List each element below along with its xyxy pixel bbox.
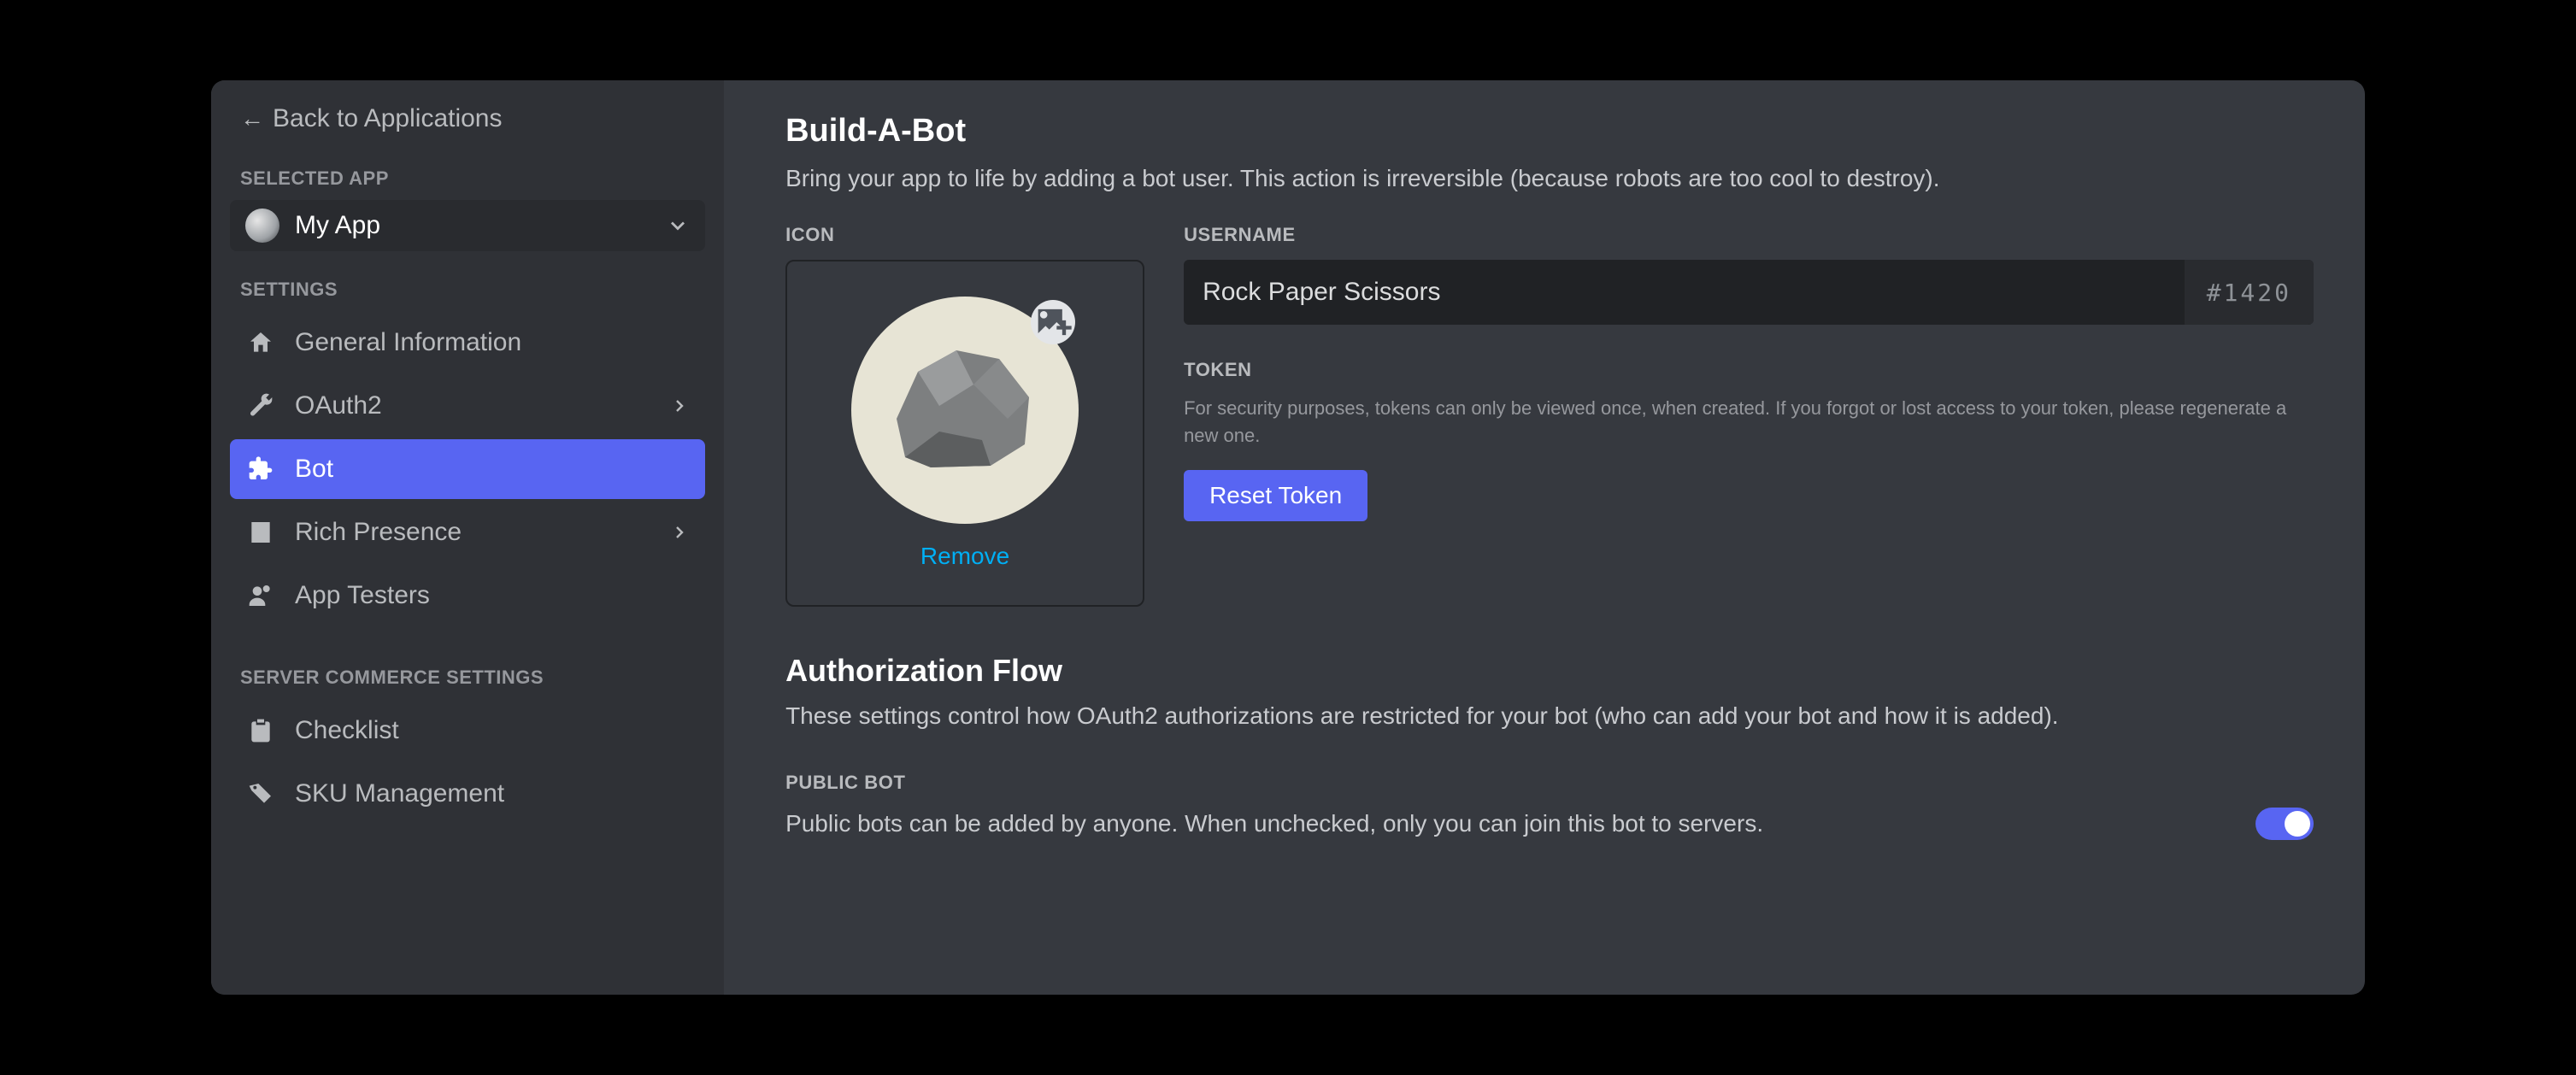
page-subtitle: Bring your app to life by adding a bot u… [785, 162, 2314, 195]
sidebar-item-bot[interactable]: Bot [230, 439, 705, 499]
sidebar-item-oauth2[interactable]: OAuth2 [230, 376, 705, 436]
testers-icon [245, 582, 276, 609]
chevron-down-icon [666, 214, 690, 238]
home-icon [245, 329, 276, 356]
chevron-right-icon [669, 522, 690, 543]
app-name: My App [295, 211, 666, 240]
username-input[interactable] [1184, 260, 2185, 325]
sidebar-item-checklist[interactable]: Checklist [230, 701, 705, 761]
clipboard-icon [245, 717, 276, 744]
username-field-wrap: #1420 [1184, 260, 2314, 325]
rock-illustration-icon [879, 338, 1050, 483]
sidebar-item-general-information[interactable]: General Information [230, 313, 705, 373]
page-title: Build-A-Bot [785, 113, 2314, 150]
sidebar-item-label: General Information [295, 328, 521, 357]
auth-flow-title: Authorization Flow [785, 653, 2314, 689]
document-icon [245, 519, 276, 546]
token-label: Token [1184, 359, 2314, 381]
bot-avatar-preview [851, 297, 1079, 524]
selected-app-header: Selected App [228, 167, 707, 190]
upload-image-icon [1031, 300, 1075, 344]
sidebar-item-label: Bot [295, 455, 333, 484]
app-selector[interactable]: My App [230, 200, 705, 251]
settings-header: Settings [228, 279, 707, 301]
app-window: ← Back to Applications Selected App My A… [211, 80, 2365, 995]
username-label: Username [1184, 224, 2314, 246]
public-bot-label: Public Bot [785, 772, 2314, 794]
main-content: Build-A-Bot Bring your app to life by ad… [724, 80, 2365, 995]
sidebar-item-sku-management[interactable]: SKU Management [230, 764, 705, 824]
sidebar-item-label: App Testers [295, 581, 430, 610]
icon-label: Icon [785, 224, 1144, 246]
bot-icon-upload[interactable]: Remove [785, 260, 1144, 607]
reset-token-button[interactable]: Reset Token [1184, 470, 1367, 521]
server-commerce-header: Server Commerce Settings [228, 667, 707, 689]
sidebar-item-label: Rich Presence [295, 518, 462, 547]
sidebar-item-label: OAuth2 [295, 391, 382, 420]
remove-icon-link[interactable]: Remove [920, 543, 1009, 570]
back-label: Back to Applications [273, 104, 503, 133]
sidebar-item-label: Checklist [295, 716, 399, 745]
sidebar: ← Back to Applications Selected App My A… [211, 80, 724, 995]
toggle-knob [2285, 811, 2310, 837]
back-to-applications-link[interactable]: ← Back to Applications [228, 104, 707, 133]
sidebar-item-app-testers[interactable]: App Testers [230, 566, 705, 626]
public-bot-desc: Public bots can be added by anyone. When… [785, 810, 2221, 837]
sidebar-item-label: SKU Management [295, 779, 504, 808]
discriminator-tag: #1420 [2185, 260, 2314, 325]
arrow-left-icon: ← [240, 107, 264, 131]
token-help-text: For security purposes, tokens can only b… [1184, 395, 2314, 449]
sidebar-item-rich-presence[interactable]: Rich Presence [230, 502, 705, 562]
tags-icon [245, 780, 276, 808]
chevron-right-icon [669, 396, 690, 416]
puzzle-icon [245, 455, 276, 483]
auth-flow-desc: These settings control how OAuth2 author… [785, 699, 2314, 734]
app-avatar-icon [245, 209, 279, 243]
public-bot-toggle[interactable] [2255, 808, 2314, 840]
wrench-icon [245, 392, 276, 420]
